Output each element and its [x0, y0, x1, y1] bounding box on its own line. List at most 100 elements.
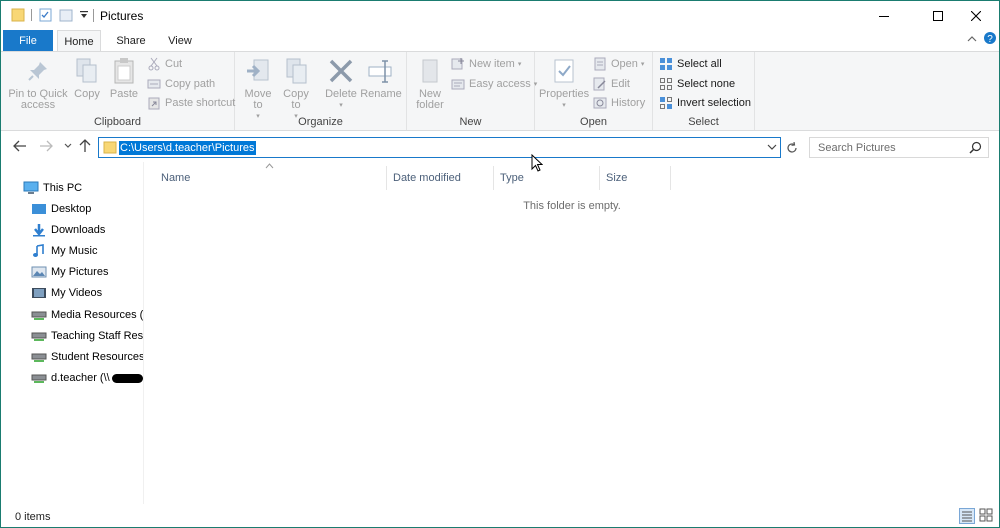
copy-path-icon: [147, 77, 161, 91]
invert-selection-button[interactable]: Invert selection: [659, 94, 751, 112]
address-path[interactable]: C:\Users\d.teacher\Pictures: [119, 141, 256, 155]
history-icon: [593, 96, 607, 110]
nav-item-d-teacher[interactable]: d.teacher (\\: [31, 368, 143, 388]
open-icon: [593, 57, 607, 71]
rename-button[interactable]: Rename: [360, 56, 402, 100]
copy-to-icon: [281, 56, 311, 86]
open-button[interactable]: Open ▾: [593, 55, 644, 73]
delete-button[interactable]: Delete ▾: [321, 56, 361, 111]
delete-dropdown-icon: ▾: [339, 102, 343, 109]
invert-selection-label: Invert selection: [677, 97, 751, 109]
forward-button[interactable]: [38, 138, 54, 154]
properties-button[interactable]: Properties ▾: [539, 56, 589, 111]
nav-item-videos[interactable]: My Videos: [31, 283, 143, 303]
help-icon[interactable]: ?: [983, 31, 997, 48]
folder-icon: [11, 7, 25, 23]
back-button[interactable]: [12, 138, 28, 154]
nav-label-student-resources: Student Resources (: [51, 351, 143, 363]
large-icons-view-icon[interactable]: [979, 508, 995, 524]
scissors-icon: [147, 57, 161, 71]
address-folder-icon: [103, 141, 117, 157]
nav-label-pictures: My Pictures: [51, 266, 109, 278]
cut-label: Cut: [165, 58, 183, 70]
search-icon: [969, 141, 982, 157]
nav-item-desktop[interactable]: Desktop: [31, 199, 143, 219]
clipboard-group-label: Clipboard: [93, 116, 142, 128]
new-item-icon: [451, 57, 465, 71]
mouse-cursor-icon: [531, 153, 544, 176]
pin-to-quick-access-button[interactable]: Pin to Quick access: [7, 56, 69, 111]
search-input[interactable]: Search Pictures: [818, 142, 896, 154]
select-none-button[interactable]: Select none: [659, 75, 735, 93]
address-bar[interactable]: C:\Users\d.teacher\Pictures: [98, 137, 781, 158]
nav-item-media-resources[interactable]: Media Resources (J:: [31, 305, 143, 325]
paste-shortcut-button[interactable]: Paste shortcut: [147, 94, 235, 112]
recent-locations-icon[interactable]: [60, 138, 76, 154]
network-drive-icon: [31, 329, 47, 343]
nav-label-music: My Music: [51, 245, 98, 257]
minimize-ribbon-icon[interactable]: [967, 34, 977, 46]
easy-access-button[interactable]: Easy access ▾: [451, 75, 537, 93]
select-none-icon: [659, 77, 673, 91]
properties-quick-icon[interactable]: [39, 7, 53, 23]
pc-icon: [23, 181, 39, 195]
nav-item-downloads[interactable]: Downloads: [31, 220, 143, 240]
ribbon-tabs: File Home Share View ?: [1, 30, 999, 52]
copy-button[interactable]: Copy: [71, 56, 103, 100]
minimize-button[interactable]: [861, 1, 907, 30]
new-folder-icon: [415, 56, 445, 86]
navigation-bar: C:\Users\d.teacher\Pictures Search Pictu…: [1, 132, 999, 162]
qa-separator: [31, 9, 32, 21]
tab-home[interactable]: Home: [57, 30, 101, 52]
customize-toolbar-icon[interactable]: [79, 9, 89, 25]
new-folder-button[interactable]: New folder: [411, 56, 449, 111]
copy-to-label: Copy to: [283, 88, 309, 111]
tab-file[interactable]: File: [3, 30, 53, 51]
rename-icon: [366, 56, 396, 86]
select-all-icon: [659, 57, 673, 71]
close-button[interactable]: [953, 1, 999, 30]
nav-item-teaching-staff[interactable]: Teaching Staff Reso: [31, 326, 143, 346]
group-new: New folder New item ▾ Easy access ▾ New: [407, 52, 537, 130]
nav-item-student-resources[interactable]: Student Resources (: [31, 347, 143, 367]
item-count: 0 items: [15, 511, 51, 523]
open-label: Open: [611, 58, 638, 70]
move-to-button[interactable]: Move to ▾: [241, 56, 275, 122]
address-dropdown-icon[interactable]: [767, 142, 777, 154]
copy-path-button[interactable]: Copy path: [147, 75, 215, 93]
select-all-button[interactable]: Select all: [659, 55, 722, 73]
edit-icon: [593, 77, 607, 91]
edit-button[interactable]: Edit: [593, 75, 630, 93]
new-folder-quick-icon[interactable]: [59, 7, 73, 23]
nav-item-music[interactable]: My Music: [31, 241, 143, 261]
paste-button[interactable]: Paste: [107, 56, 141, 100]
new-item-dropdown-icon: ▾: [517, 61, 522, 68]
details-view-icon[interactable]: [959, 508, 975, 524]
group-open: Properties ▾ Open ▾ Edit History Open: [535, 52, 653, 130]
nav-item-this-pc[interactable]: This PC: [23, 178, 135, 198]
nav-label-this-pc: This PC: [43, 182, 83, 194]
pin-label: Pin to Quick access: [8, 88, 68, 111]
column-header-size[interactable]: Size: [600, 166, 671, 190]
nav-item-pictures[interactable]: My Pictures: [31, 262, 143, 282]
column-header-name[interactable]: Name: [155, 166, 387, 190]
copy-to-button[interactable]: Copy to ▾: [279, 56, 313, 122]
ribbon: Pin to Quick access Copy Paste Cut Copy …: [1, 51, 999, 131]
group-select: Select all Select none Invert selection …: [653, 52, 755, 130]
network-drive-icon: [31, 308, 47, 322]
desktop-icon: [31, 202, 47, 216]
file-list[interactable]: Name Date modified Type Size This folder…: [145, 162, 999, 504]
refresh-button[interactable]: [783, 137, 801, 158]
history-button[interactable]: History: [593, 94, 645, 112]
navigation-pane: This PC Desktop Downloads My Music My Pi…: [1, 162, 144, 504]
column-header-date-modified[interactable]: Date modified: [387, 166, 494, 190]
tab-view[interactable]: View: [159, 30, 201, 51]
nav-label-downloads: Downloads: [51, 224, 106, 236]
new-item-button[interactable]: New item ▾: [451, 55, 521, 73]
search-box[interactable]: Search Pictures: [809, 137, 989, 158]
up-button[interactable]: [77, 138, 93, 154]
cut-button[interactable]: Cut: [147, 55, 182, 73]
column-header-type[interactable]: Type: [494, 166, 600, 190]
tab-share[interactable]: Share: [109, 30, 153, 51]
downloads-icon: [31, 223, 47, 237]
